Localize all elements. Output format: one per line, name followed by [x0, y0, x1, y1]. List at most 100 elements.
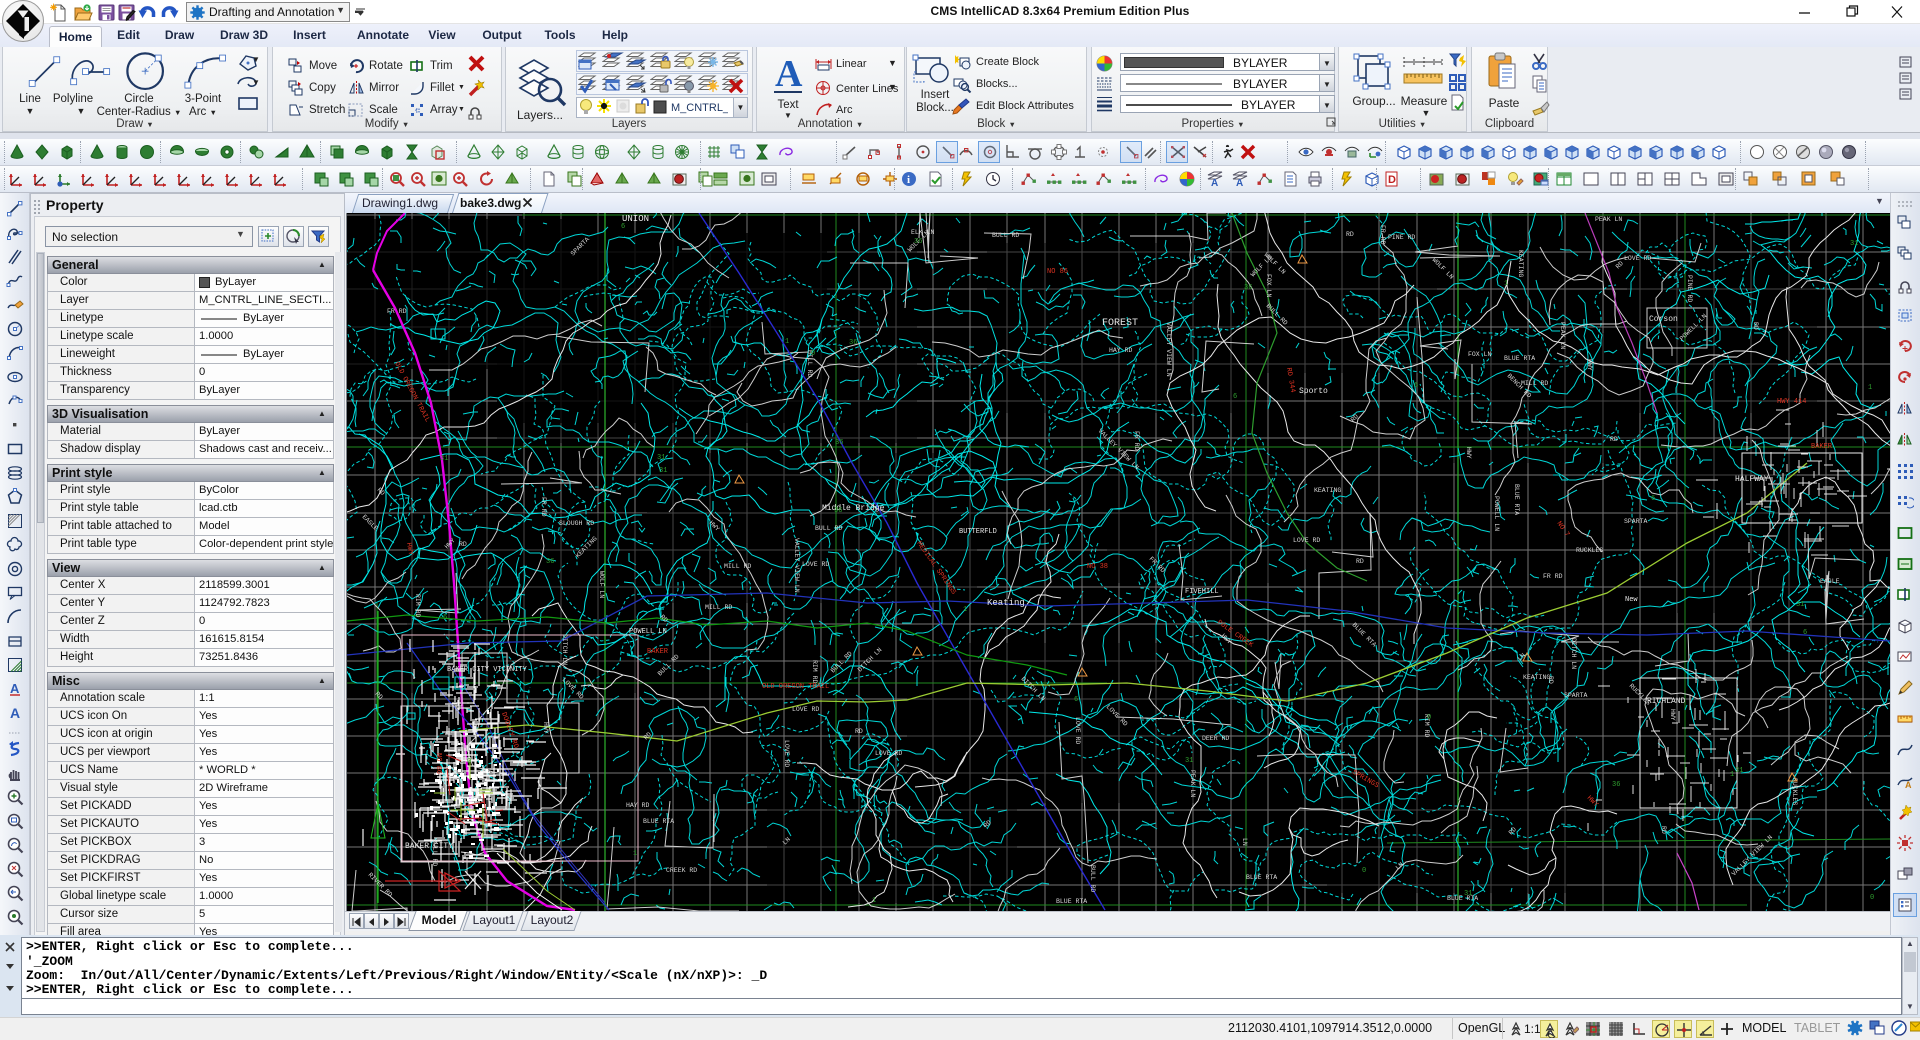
svg-text:HWY: HWY	[1465, 447, 1472, 459]
svg-text:31: 31	[1735, 767, 1743, 775]
svg-text:SPARTA: SPARTA	[1624, 518, 1648, 525]
svg-text:0: 0	[1870, 894, 1874, 902]
svg-text:RD: RD	[1356, 558, 1364, 565]
svg-text:31: 31	[657, 454, 665, 462]
svg-text:LOVE RD: LOVE RD	[875, 750, 902, 757]
svg-text:RICHLAND: RICHLAND	[1647, 697, 1686, 706]
svg-text:UNION: UNION	[622, 214, 649, 224]
svg-text:ELK LN: ELK LN	[911, 229, 935, 236]
svg-text:DEER RD: DEER RD	[1202, 735, 1229, 742]
svg-text:DITCH LN: DITCH LN	[561, 634, 568, 665]
svg-text:Middle Bridge: Middle Bridge	[822, 504, 885, 513]
svg-text:A: A	[1905, 780, 1912, 790]
svg-text:DITCH LN: DITCH LN	[1570, 638, 1577, 669]
svg-text:MILL RD: MILL RD	[724, 563, 751, 570]
svg-text:36: 36	[1612, 781, 1620, 789]
svg-text:FOREST: FOREST	[1102, 318, 1138, 329]
svg-text:Sporto: Sporto	[1299, 387, 1328, 396]
svg-text:NO 86: NO 86	[434, 753, 442, 774]
svg-text:BLUE RTA: BLUE RTA	[1447, 895, 1478, 902]
svg-text:1: 1	[1868, 384, 1872, 392]
svg-text:36: 36	[546, 558, 554, 566]
svg-text:BLUE RTA: BLUE RTA	[1513, 484, 1520, 515]
svg-text:0: 0	[1427, 714, 1431, 722]
svg-text:A: A	[1236, 178, 1243, 188]
svg-text:6: 6	[1651, 495, 1655, 503]
svg-text:RD: RD	[1346, 231, 1354, 238]
svg-text:BAKER CITY: BAKER CITY	[405, 842, 453, 851]
svg-text:RD: RD	[1752, 322, 1759, 330]
svg-text:31: 31	[1185, 757, 1193, 765]
svg-text:New: New	[1625, 596, 1638, 604]
svg-text:A: A	[775, 53, 803, 95]
svg-text:FR RD: FR RD	[540, 497, 547, 517]
svg-text:BLUE RTA: BLUE RTA	[643, 818, 674, 825]
svg-text:PEAK LN: PEAK LN	[1595, 216, 1622, 223]
svg-text:Corson: Corson	[1649, 315, 1678, 324]
svg-text:A: A	[10, 681, 20, 696]
svg-text:BULL RD: BULL RD	[992, 232, 1019, 239]
svg-text:POWELL LN: POWELL LN	[1493, 496, 1500, 531]
svg-text:RD: RD	[1610, 436, 1618, 443]
svg-text:HAY RD: HAY RD	[1109, 347, 1133, 354]
svg-text:PEAK LN: PEAK LN	[1189, 770, 1196, 797]
svg-text:KEATING: KEATING	[1517, 250, 1524, 277]
svg-text:31: 31	[659, 467, 667, 475]
svg-text:EAGLE: EAGLE	[1820, 578, 1840, 585]
svg-text:6: 6	[1233, 393, 1237, 401]
svg-text:FR RD: FR RD	[1543, 573, 1563, 580]
svg-text:LOVE RD: LOVE RD	[1074, 717, 1081, 744]
svg-text:BLUE RTA: BLUE RTA	[1246, 874, 1277, 881]
svg-text:BUTTERFLD: BUTTERFLD	[959, 528, 997, 536]
svg-text:LOVE RD: LOVE RD	[1293, 537, 1320, 544]
svg-text:FR RD: FR RD	[1379, 225, 1386, 245]
svg-text:PINE RD: PINE RD	[1686, 275, 1693, 302]
svg-text:LOVE RD: LOVE RD	[1624, 255, 1651, 262]
svg-text:A: A	[1211, 178, 1218, 188]
svg-text:36: 36	[1244, 284, 1252, 292]
svg-text:31: 31	[440, 455, 448, 463]
svg-text:FR RD: FR RD	[1133, 431, 1140, 451]
svg-text:HAY RD: HAY RD	[626, 802, 650, 809]
svg-text:HALFWAY: HALFWAY	[1735, 475, 1769, 484]
svg-text:NO 86: NO 86	[1047, 268, 1068, 276]
svg-text:BULL RD: BULL RD	[1089, 865, 1096, 892]
svg-text:1: 1	[1730, 771, 1734, 779]
svg-text:1: 1	[633, 850, 637, 858]
svg-text:OLD OREGON TRAIL: OLD OREGON TRAIL	[762, 683, 829, 691]
svg-text:LOVE RD: LOVE RD	[792, 706, 819, 713]
svg-text:D: D	[1388, 174, 1396, 186]
svg-text:31: 31	[1796, 601, 1804, 609]
svg-text:1: 1	[872, 897, 876, 905]
svg-text:SLOUGH RD: SLOUGH RD	[559, 520, 594, 527]
svg-text:SPARTA: SPARTA	[1564, 692, 1588, 699]
svg-text:6: 6	[621, 223, 625, 231]
svg-text:31: 31	[1464, 890, 1472, 898]
svg-text:HWY 414: HWY 414	[1777, 398, 1806, 406]
svg-text:NO 38: NO 38	[1087, 563, 1108, 571]
svg-text:KEATING: KEATING	[1314, 487, 1341, 494]
svg-text:BULL RD: BULL RD	[815, 525, 842, 532]
svg-text:HWY: HWY	[542, 722, 549, 734]
svg-text:WOLF LN: WOLF LN	[598, 571, 605, 598]
svg-text:FOX LN: FOX LN	[1265, 274, 1272, 298]
svg-text:RUCKLES: RUCKLES	[1791, 778, 1798, 805]
svg-text:0: 0	[811, 350, 815, 358]
svg-text:RUCKLES: RUCKLES	[1576, 547, 1603, 554]
svg-text:FR RD: FR RD	[387, 308, 407, 315]
svg-text:BAKER: BAKER	[647, 648, 669, 656]
svg-text:BLUE RTA: BLUE RTA	[1056, 898, 1087, 905]
svg-text:0: 0	[467, 758, 471, 766]
svg-text:CREEK RD: CREEK RD	[666, 867, 697, 874]
svg-text:HWY: HWY	[1669, 709, 1676, 721]
svg-text:1: 1	[963, 606, 967, 614]
svg-text:VALLEY VIEW LN: VALLEY VIEW LN	[793, 538, 800, 593]
svg-text:BAKER: BAKER	[1811, 443, 1833, 451]
svg-text:6: 6	[1803, 629, 1807, 637]
svg-text:RIM RD: RIM RD	[414, 594, 421, 618]
svg-text:RIM RD: RIM RD	[811, 660, 818, 684]
svg-text:LOVE RD: LOVE RD	[802, 561, 829, 568]
svg-text:KEATING: KEATING	[1523, 674, 1550, 681]
svg-text:LOVE RD: LOVE RD	[783, 740, 790, 767]
svg-text:BAKER CITY VICINITY: BAKER CITY VICINITY	[447, 666, 528, 674]
